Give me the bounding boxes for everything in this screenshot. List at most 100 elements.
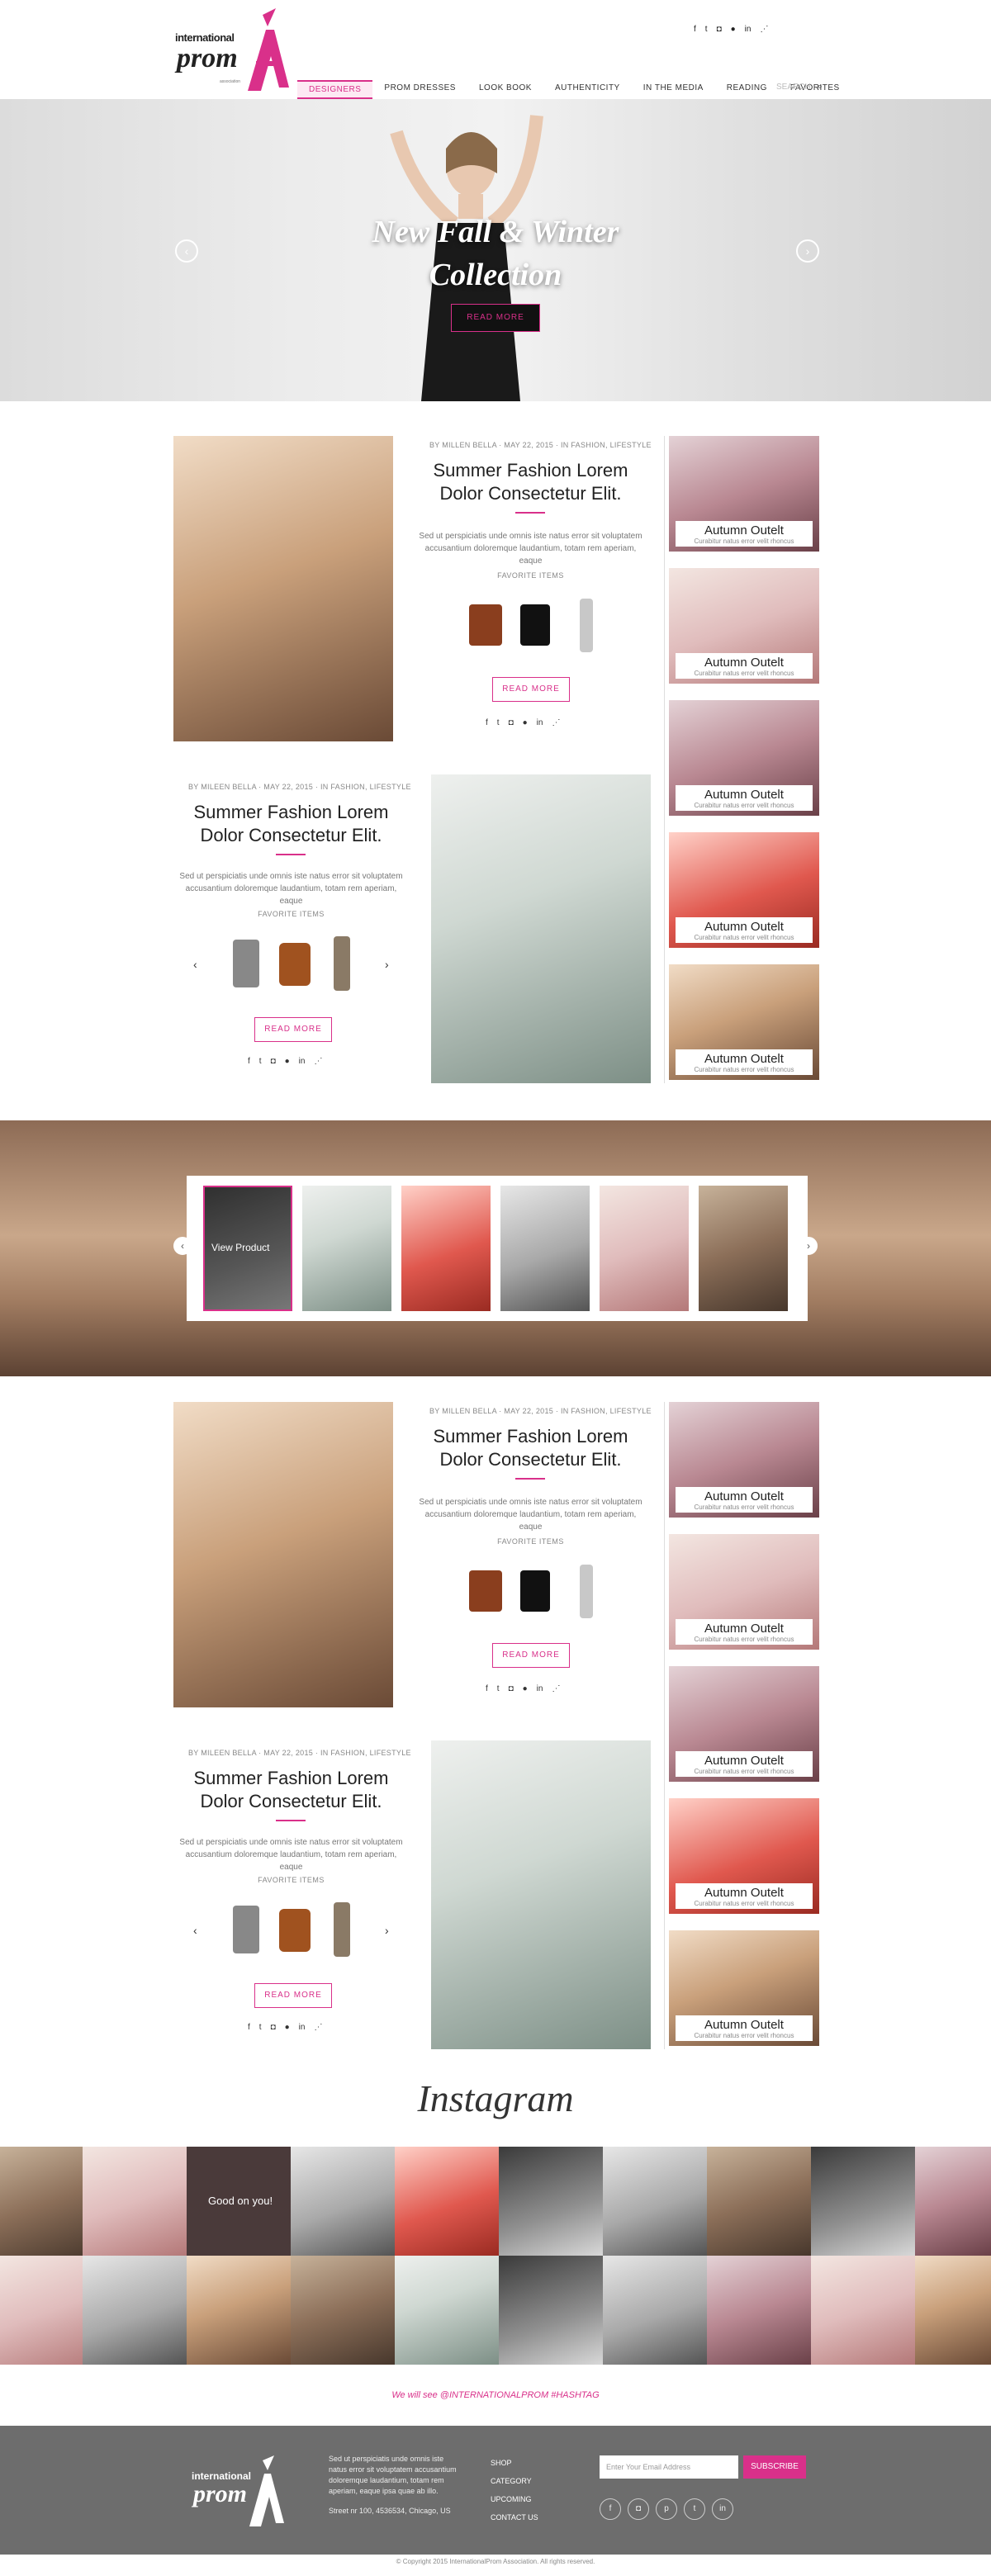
view-product-label[interactable]: View Product	[211, 1242, 269, 1253]
sidebar-card[interactable]: Autumn Outelt Curabitur natus error veli…	[669, 1930, 819, 2046]
pinterest-icon[interactable]: ●	[285, 1057, 290, 1066]
fav-item-dress[interactable]	[580, 1565, 593, 1618]
instagram-icon[interactable]: ◘	[717, 25, 722, 34]
instagram-photo[interactable]	[603, 2256, 707, 2365]
rss-icon[interactable]: ⋰	[760, 25, 768, 34]
product-item[interactable]: View Product	[203, 1186, 292, 1311]
sidebar-card[interactable]: Autumn Outelt Curabitur natus error veli…	[669, 832, 819, 948]
product-item[interactable]	[699, 1186, 788, 1311]
instagram-photo[interactable]	[291, 2147, 395, 2256]
pinterest-icon[interactable]: ●	[285, 2023, 290, 2032]
rss-icon[interactable]: ⋰	[314, 1057, 322, 1066]
search-box[interactable]: SEARCH ⌕	[776, 82, 823, 92]
fav-item-boots-black[interactable]	[520, 604, 550, 646]
sidebar-card[interactable]: Autumn Outelt Curabitur natus error veli…	[669, 700, 819, 816]
hero-read-more-button[interactable]: READ MORE	[451, 304, 540, 332]
fav-item-dress[interactable]	[580, 599, 593, 652]
pinterest-icon[interactable]: p	[656, 2498, 677, 2520]
facebook-icon[interactable]: f	[486, 1684, 488, 1693]
nav-prom-dresses[interactable]: PROM DRESSES	[372, 80, 467, 99]
nav-designers[interactable]: DESIGNERS	[297, 80, 373, 99]
fav-item-boots-tall[interactable]	[334, 1902, 350, 1957]
instagram-icon[interactable]: ◘	[271, 1057, 276, 1066]
fav-item-jacket[interactable]	[233, 940, 259, 987]
search-icon[interactable]: ⌕	[818, 82, 823, 92]
subscribe-button[interactable]: SUBSCRIBE	[743, 2455, 806, 2479]
twitter-icon[interactable]: t	[259, 2023, 262, 2032]
facebook-icon[interactable]: f	[600, 2498, 621, 2520]
fav-item-bag[interactable]	[279, 943, 311, 986]
instagram-photo[interactable]	[811, 2256, 915, 2365]
instagram-icon[interactable]: ◘	[509, 1684, 514, 1693]
sidebar-card[interactable]: Autumn Outelt Curabitur natus error veli…	[669, 1666, 819, 1782]
chevron-right-icon[interactable]: ›	[385, 958, 389, 971]
post-image[interactable]	[431, 774, 651, 1083]
brand-logo[interactable]: international prom association	[173, 8, 297, 95]
product-item[interactable]	[401, 1186, 491, 1311]
instagram-photo[interactable]	[915, 2256, 991, 2365]
instagram-photo[interactable]	[915, 2147, 991, 2256]
instagram-photo[interactable]	[395, 2147, 499, 2256]
post-image[interactable]	[173, 1402, 393, 1707]
post-title[interactable]: Summer Fashion Lorem Dolor Consectetur E…	[413, 1425, 648, 1471]
twitter-icon[interactable]: t	[497, 1684, 500, 1693]
footer-link-upcoming[interactable]: UPCOMING	[491, 2490, 538, 2508]
product-item[interactable]	[302, 1186, 391, 1311]
chevron-left-icon[interactable]: ‹	[175, 239, 198, 263]
linkedin-icon[interactable]: in	[537, 718, 543, 727]
linkedin-icon[interactable]: in	[299, 1057, 306, 1066]
instagram-photo[interactable]	[187, 2256, 291, 2365]
chevron-left-icon[interactable]: ‹	[193, 1924, 197, 1937]
post-title[interactable]: Summer Fashion Lorem Dolor Consectetur E…	[173, 801, 409, 847]
twitter-icon[interactable]: t	[705, 25, 708, 34]
sidebar-card[interactable]: Autumn Outelt Curabitur natus error veli…	[669, 1798, 819, 1914]
linkedin-icon[interactable]: in	[299, 2023, 306, 2032]
post-title[interactable]: Summer Fashion Lorem Dolor Consectetur E…	[413, 459, 648, 505]
rss-icon[interactable]: ⋰	[314, 2023, 322, 2032]
post-image[interactable]	[173, 436, 393, 741]
instagram-photo[interactable]	[291, 2256, 395, 2365]
product-item[interactable]	[600, 1186, 689, 1311]
fav-item-jacket[interactable]	[233, 1906, 259, 1953]
product-item[interactable]	[500, 1186, 590, 1311]
fav-item-boots-black[interactable]	[520, 1570, 550, 1612]
nav-authenticity[interactable]: AUTHENTICITY	[543, 80, 632, 99]
read-more-button[interactable]: READ MORE	[254, 1017, 332, 1042]
sidebar-card[interactable]: Autumn Outelt Curabitur natus error veli…	[669, 964, 819, 1080]
sidebar-card[interactable]: Autumn Outelt Curabitur natus error veli…	[669, 1402, 819, 1518]
nav-look-book[interactable]: LOOK BOOK	[467, 80, 543, 99]
fav-item-boots[interactable]	[469, 604, 502, 646]
instagram-photo[interactable]	[83, 2256, 187, 2365]
post-image[interactable]	[431, 1740, 651, 2049]
sidebar-card[interactable]: Autumn Outelt Curabitur natus error veli…	[669, 568, 819, 684]
pinterest-icon[interactable]: ●	[523, 1684, 528, 1693]
chevron-right-icon[interactable]: ›	[799, 1237, 818, 1255]
facebook-icon[interactable]: f	[248, 2023, 250, 2032]
sidebar-card[interactable]: Autumn Outelt Curabitur natus error veli…	[669, 436, 819, 552]
chevron-left-icon[interactable]: ‹	[193, 958, 197, 971]
linkedin-icon[interactable]: in	[537, 1684, 543, 1693]
instagram-photo[interactable]	[499, 2256, 603, 2365]
rss-icon[interactable]: ⋰	[552, 1684, 560, 1693]
footer-link-category[interactable]: CATEGORY	[491, 2472, 538, 2490]
instagram-icon[interactable]: ◘	[509, 718, 514, 727]
twitter-icon[interactable]: t	[684, 2498, 705, 2520]
sidebar-card[interactable]: Autumn Outelt Curabitur natus error veli…	[669, 1534, 819, 1650]
instagram-photo-featured[interactable]: Good on you!	[187, 2147, 291, 2256]
linkedin-icon[interactable]: in	[712, 2498, 733, 2520]
rss-icon[interactable]: ⋰	[552, 718, 560, 727]
nav-reading[interactable]: READING	[715, 80, 779, 99]
facebook-icon[interactable]: f	[694, 25, 696, 34]
instagram-photo[interactable]	[395, 2256, 499, 2365]
linkedin-icon[interactable]: in	[745, 25, 752, 34]
instagram-icon[interactable]: ◘	[628, 2498, 649, 2520]
footer-link-shop[interactable]: SHOP	[491, 2454, 538, 2472]
instagram-photo[interactable]	[83, 2147, 187, 2256]
read-more-button[interactable]: READ MORE	[492, 1643, 570, 1668]
nav-in-the-media[interactable]: IN THE MEDIA	[632, 80, 715, 99]
twitter-icon[interactable]: t	[497, 718, 500, 727]
facebook-icon[interactable]: f	[248, 1057, 250, 1066]
chevron-left-icon[interactable]: ‹	[173, 1237, 192, 1255]
instagram-photo[interactable]	[811, 2147, 915, 2256]
chevron-right-icon[interactable]: ›	[796, 239, 819, 263]
